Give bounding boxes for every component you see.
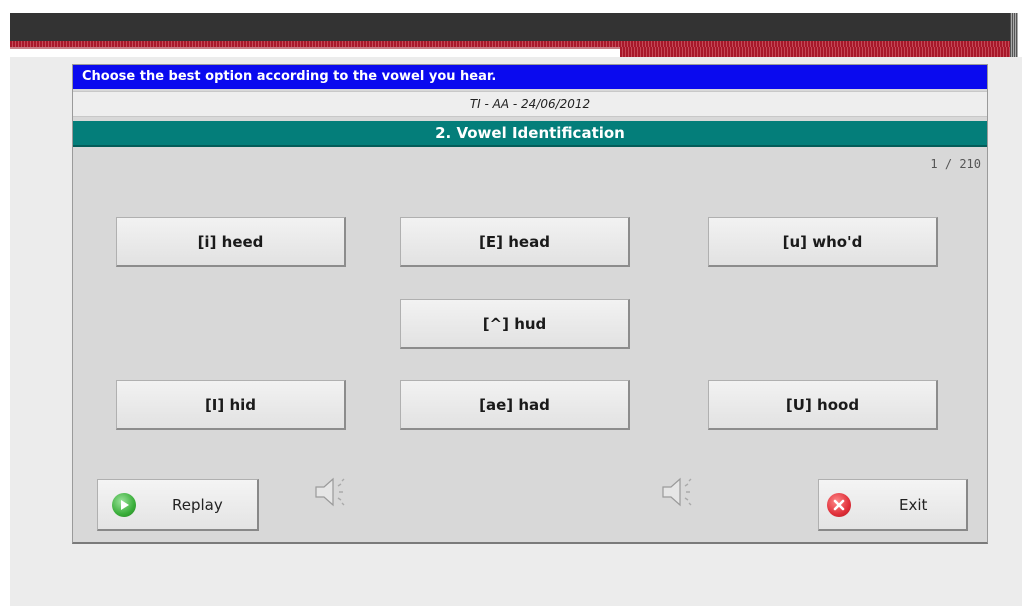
section-title: 2. Vowel Identification — [73, 121, 987, 147]
exit-button[interactable]: Exit — [818, 479, 968, 531]
vowel-test-window: Choose the best option according to the … — [72, 64, 988, 544]
slide-red-stripe-thin — [10, 47, 620, 49]
slide-red-stripe-right — [620, 47, 1010, 57]
slide-top-bar — [10, 13, 1010, 41]
vowel-button-heed[interactable]: [i] heed — [116, 217, 346, 267]
close-icon — [827, 493, 851, 517]
speaker-icon — [313, 475, 353, 509]
vowel-button-had[interactable]: [ae] had — [400, 380, 630, 430]
speaker-icon — [660, 475, 700, 509]
vowel-button-hid[interactable]: [I] hid — [116, 380, 346, 430]
session-info: TI - AA - 24/06/2012 — [73, 91, 987, 117]
exit-label: Exit — [899, 496, 928, 514]
slide-edge-decoration — [1010, 13, 1018, 63]
vowel-button-hood[interactable]: [U] hood — [708, 380, 938, 430]
replay-button[interactable]: Replay — [97, 479, 259, 531]
play-icon — [112, 493, 136, 517]
instruction-bar: Choose the best option according to the … — [73, 65, 987, 89]
vowel-button-whod[interactable]: [u] who'd — [708, 217, 938, 267]
trial-counter: 1 / 210 — [930, 157, 981, 171]
vowel-button-head[interactable]: [E] head — [400, 217, 630, 267]
replay-label: Replay — [172, 496, 223, 514]
vowel-button-hud[interactable]: [^] hud — [400, 299, 630, 349]
